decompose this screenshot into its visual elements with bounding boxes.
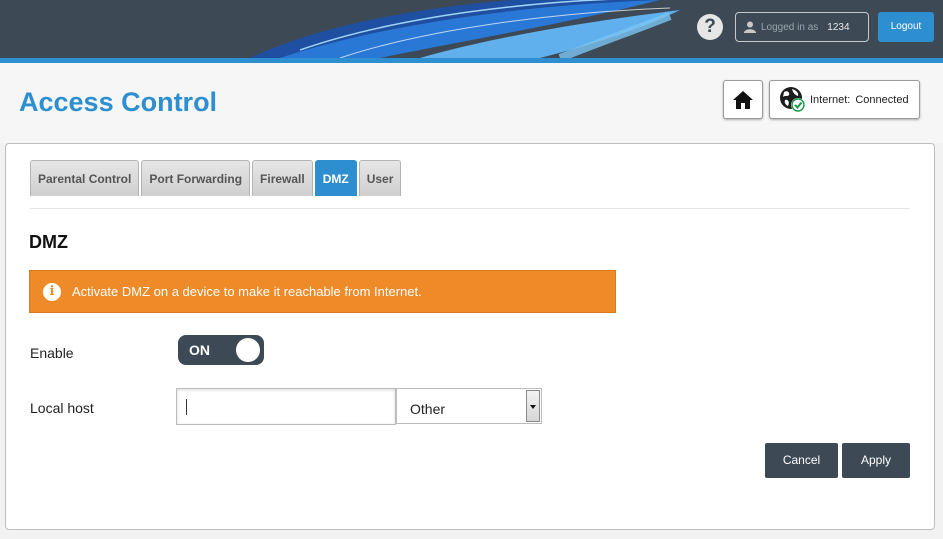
tab-firewall[interactable]: Firewall <box>252 160 313 196</box>
tab-bar: Parental Control Port Forwarding Firewal… <box>30 160 403 196</box>
internet-label: Internet: <box>810 93 851 106</box>
user-icon <box>744 21 756 33</box>
tab-port-forwarding[interactable]: Port Forwarding <box>141 160 251 196</box>
login-status: Logged in as 1234 <box>735 12 869 42</box>
toggle-label: ON <box>189 342 210 358</box>
globe-check-icon <box>780 87 805 112</box>
internet-status-button[interactable]: Internet: Connected <box>769 80 920 119</box>
local-host-select-value: Other <box>410 401 446 417</box>
page-title: Access Control <box>19 87 218 117</box>
home-icon <box>733 90 753 109</box>
toggle-knob <box>236 338 260 362</box>
cancel-button[interactable]: Cancel <box>765 443 838 478</box>
internet-status-value: Connected <box>855 93 909 106</box>
apply-button[interactable]: Apply <box>842 443 910 478</box>
chevron-down-icon[interactable] <box>526 390 540 422</box>
info-alert: i Activate DMZ on a device to make it re… <box>29 270 616 313</box>
local-host-label: Local host <box>30 400 94 416</box>
section-title: DMZ <box>29 232 68 252</box>
alert-text: Activate DMZ on a device to make it reac… <box>72 284 422 299</box>
tab-dmz[interactable]: DMZ <box>314 160 357 196</box>
tab-divider <box>30 208 910 209</box>
tab-user[interactable]: User <box>358 160 402 196</box>
local-host-input[interactable] <box>176 388 396 425</box>
home-button[interactable] <box>723 80 763 119</box>
enable-toggle[interactable]: ON <box>178 335 264 365</box>
tab-parental-control[interactable]: Parental Control <box>30 160 140 196</box>
help-button[interactable]: ? <box>697 14 723 40</box>
enable-label: Enable <box>30 345 74 361</box>
logout-button[interactable]: Logout <box>878 12 934 42</box>
username: 1234 <box>827 21 850 33</box>
info-icon: i <box>43 282 61 301</box>
local-host-select[interactable]: Other <box>396 388 542 424</box>
text-caret <box>186 399 187 415</box>
logged-in-label: Logged in as <box>761 21 819 33</box>
